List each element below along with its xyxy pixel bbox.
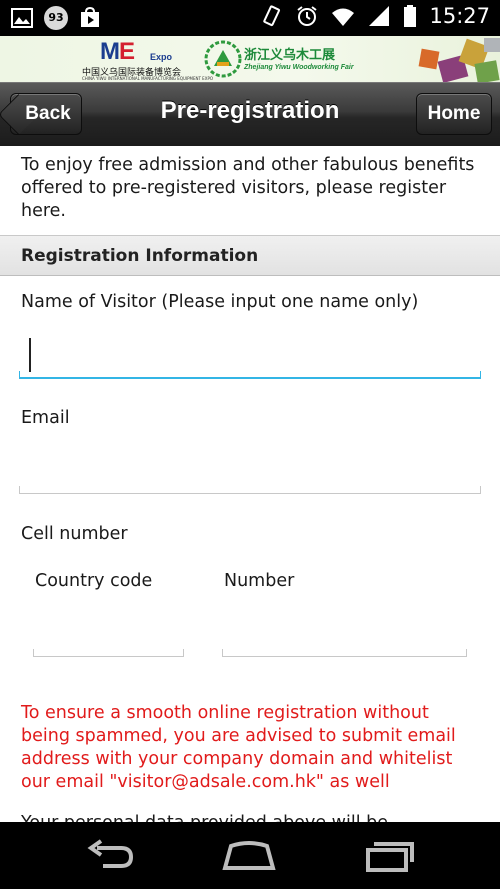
status-bar: 93 15:27 xyxy=(0,0,500,36)
back-icon[interactable] xyxy=(83,838,139,872)
number-underline xyxy=(222,649,467,657)
wifi-icon xyxy=(331,4,355,28)
recent-apps-icon[interactable] xyxy=(362,838,418,872)
registration-form: To enjoy free admission and other fabulo… xyxy=(0,146,500,822)
spam-warning-text: To ensure a smooth online registration w… xyxy=(21,703,456,792)
back-button[interactable]: Back xyxy=(10,93,82,135)
notification-count-icon: 93 xyxy=(44,6,68,30)
home-icon[interactable] xyxy=(221,838,277,872)
email-label: Email xyxy=(21,408,70,428)
country-code-label: Country code xyxy=(35,571,153,591)
system-navigation-bar xyxy=(0,822,500,889)
home-button[interactable]: Home xyxy=(416,93,492,135)
section-header: Registration Information xyxy=(0,235,500,276)
page-title: Pre-registration xyxy=(160,97,340,124)
visitor-name-underline xyxy=(19,371,481,379)
woodworking-emblem-icon xyxy=(204,40,242,78)
alarm-icon xyxy=(295,4,319,28)
clock-time: 15:27 xyxy=(429,4,490,28)
me-expo-logo: ME Expo 中国义乌国际装备博览会 CHINA YIWU INTERNATI… xyxy=(82,38,213,81)
vibrate-icon xyxy=(259,4,283,28)
cell-number-label: Cell number xyxy=(21,524,128,544)
country-code-underline xyxy=(33,649,184,657)
app-navbar: Back Pre-registration Home xyxy=(0,82,500,146)
battery-icon xyxy=(403,4,417,28)
intro-text: To enjoy free admission and other fabulo… xyxy=(21,155,475,221)
image-icon xyxy=(10,6,34,30)
visitor-name-label: Name of Visitor (Please input one name o… xyxy=(21,292,419,312)
email-input[interactable] xyxy=(22,448,478,488)
country-code-input[interactable] xyxy=(36,612,180,652)
number-input[interactable] xyxy=(224,612,464,652)
email-underline xyxy=(19,486,481,494)
expo-banner: ME Expo 中国义乌国际装备博览会 CHINA YIWU INTERNATI… xyxy=(0,36,500,82)
play-store-icon xyxy=(78,6,102,30)
yiwu-woodworking-logo: 浙江义乌木工展 Zhejiang Yiwu Woodworking Fair xyxy=(204,40,354,80)
number-label: Number xyxy=(224,571,295,591)
signal-icon xyxy=(367,4,391,28)
visitor-name-input[interactable] xyxy=(22,334,478,374)
decorative-blocks-icon xyxy=(418,38,500,82)
text-cursor xyxy=(29,338,31,372)
privacy-text-partial: Your personal data provided above will b… xyxy=(21,812,483,822)
section-title: Registration Information xyxy=(21,246,259,266)
